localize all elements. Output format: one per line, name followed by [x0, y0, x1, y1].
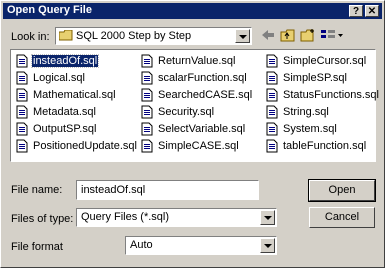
- new-folder-icon[interactable]: [299, 28, 317, 44]
- open-button[interactable]: Open: [308, 179, 376, 202]
- sql-file-icon: [15, 54, 29, 68]
- file-name-label: File name:: [11, 184, 63, 196]
- file-format-combo[interactable]: Auto: [125, 236, 277, 255]
- title-bar[interactable]: Open Query File ? ✕: [3, 3, 382, 19]
- sql-file-icon: [140, 71, 154, 85]
- file-format-value: Auto: [130, 239, 153, 251]
- close-button[interactable]: ✕: [365, 5, 379, 17]
- file-name-value: insteadOf.sql: [81, 184, 146, 196]
- file-name: insteadOf.sql: [30, 54, 100, 68]
- file-name: SimpleCASE.sql: [158, 140, 239, 152]
- file-name: Mathematical.sql: [33, 89, 116, 101]
- up-folder-icon[interactable]: [279, 28, 297, 44]
- help-button[interactable]: ?: [349, 5, 363, 17]
- look-in-combo[interactable]: SQL 2000 Step by Step: [55, 27, 252, 45]
- chevron-down-icon[interactable]: [260, 238, 275, 253]
- sql-file-icon: [140, 139, 154, 153]
- sql-file-icon: [265, 54, 279, 68]
- file-name: String.sql: [283, 106, 329, 118]
- sql-file-icon: [15, 139, 29, 153]
- chevron-down-icon[interactable]: [260, 210, 275, 225]
- file-name: SearchedCASE.sql: [158, 89, 253, 101]
- sql-file-icon: [15, 122, 29, 136]
- files-of-type-value: Query Files (*.sql): [81, 211, 170, 223]
- folder-icon: [58, 29, 73, 41]
- file-name: PositionedUpdate.sql: [33, 140, 137, 152]
- file-name: SimpleSP.sql: [283, 72, 347, 84]
- sql-file-icon: [15, 71, 29, 85]
- files-of-type-label: Files of type:: [11, 213, 74, 225]
- sql-file-icon: [140, 122, 154, 136]
- chevron-down-icon[interactable]: [235, 29, 250, 43]
- sql-file-icon: [265, 122, 279, 136]
- open-query-file-dialog: Open Query File ? ✕ Look in: SQL 2000 St…: [0, 0, 385, 268]
- sql-file-icon: [265, 88, 279, 102]
- file-name: scalarFunction.sql: [158, 72, 247, 84]
- sql-file-icon: [15, 105, 29, 119]
- dialog-title: Open Query File: [7, 4, 92, 16]
- file-list[interactable]: insteadOf.sql Logical.sql Mathematical.sql…: [10, 49, 379, 162]
- back-icon[interactable]: [259, 28, 277, 44]
- file-name: tableFunction.sql: [283, 140, 367, 152]
- file-name-input[interactable]: insteadOf.sql: [76, 180, 259, 200]
- sql-file-icon: [265, 139, 279, 153]
- sql-file-icon: [15, 88, 29, 102]
- files-of-type-combo[interactable]: Query Files (*.sql): [76, 208, 277, 227]
- sql-file-icon: [140, 88, 154, 102]
- file-name: Logical.sql: [33, 72, 85, 84]
- views-menu-icon[interactable]: [319, 28, 345, 44]
- file-name: Metadata.sql: [33, 106, 96, 118]
- file-name: Security.sql: [158, 106, 215, 118]
- file-name: StatusFunctions.sql: [283, 89, 379, 101]
- file-name: OutputSP.sql: [33, 123, 97, 135]
- look-in-label: Look in:: [11, 31, 50, 43]
- sql-file-icon: [140, 105, 154, 119]
- sql-file-icon: [265, 105, 279, 119]
- file-name: SimpleCursor.sql: [283, 55, 367, 67]
- look-in-value: SQL 2000 Step by Step: [76, 30, 192, 42]
- sql-file-icon: [140, 54, 154, 68]
- sql-file-icon: [265, 71, 279, 85]
- file-name: SelectVariable.sql: [158, 123, 246, 135]
- file-format-label: File format: [11, 241, 63, 253]
- file-name: System.sql: [283, 123, 337, 135]
- cancel-button[interactable]: Cancel: [309, 207, 375, 228]
- file-name: ReturnValue.sql: [158, 55, 236, 67]
